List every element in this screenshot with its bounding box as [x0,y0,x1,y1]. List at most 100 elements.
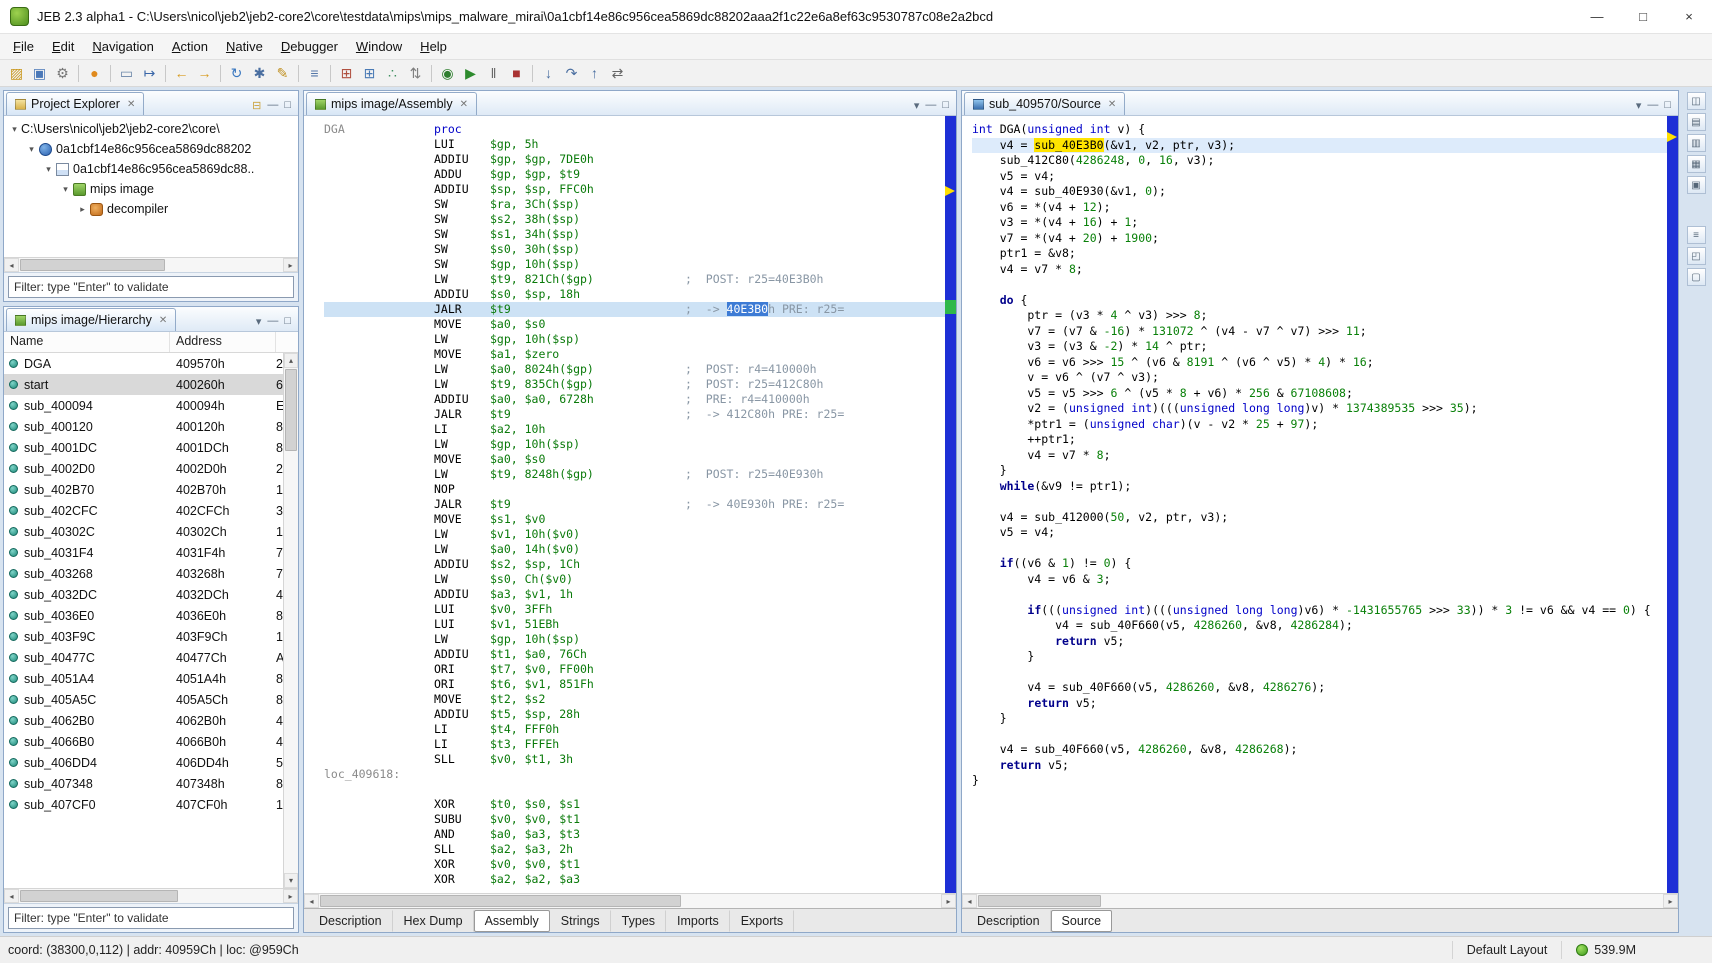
hierarchy-row[interactable]: sub_4051A44051A4h8 [4,668,283,689]
hierarchy-row[interactable]: sub_4036E04036E0h8 [4,605,283,626]
minimized-view-icon[interactable]: ≡ [1687,226,1706,244]
assembly-line[interactable]: LW$t9, 835Ch($gp); POST: r25=412C80h [324,377,945,392]
assembly-line[interactable]: SW$s0, 30h($sp) [324,242,945,257]
hierarchy-row[interactable]: sub_4062B04062B0h4 [4,710,283,731]
source-tab[interactable]: sub_409570/Source ✕ [964,92,1125,115]
maximize-view-icon[interactable]: □ [1661,95,1674,115]
maximize-button[interactable]: □ [1620,0,1666,33]
sort-icon[interactable]: ⇅ [405,63,426,84]
view-tab-description[interactable]: Description [308,910,393,932]
source-line[interactable]: v3 = (v3 & -2) * 14 ^ ptr; [972,339,1667,355]
assembly-line[interactable]: SUBU$v0, $v0, $t1 [324,812,945,827]
view-menu-icon[interactable]: ▾ [1633,95,1645,115]
source-line[interactable]: v5 = v4; [972,169,1667,185]
assembly-line[interactable]: DGAproc [324,122,945,137]
source-line[interactable]: v4 = sub_412000(50, v2, ptr, v3); [972,510,1667,526]
hierarchy-row[interactable]: sub_4002D04002D0h2 [4,458,283,479]
forward-icon[interactable]: → [194,63,215,84]
source-line[interactable]: v4 = v7 * 8; [972,262,1667,278]
scroll-left-icon[interactable]: ◂ [4,258,19,272]
minimized-view-icon[interactable]: ◰ [1687,247,1706,265]
hierarchy-vscrollbar[interactable]: ▴ ▾ [283,353,298,888]
source-line[interactable]: return v5; [972,634,1667,650]
assembly-line[interactable]: LW$a0, 8024h($gp); POST: r4=410000h [324,362,945,377]
view-menu-icon[interactable]: ▾ [911,95,923,115]
view-tab-imports[interactable]: Imports [666,910,730,932]
source-line[interactable] [972,665,1667,681]
assembly-line[interactable]: SW$s2, 38h($sp) [324,212,945,227]
view-tab-assembly[interactable]: Assembly [474,910,550,932]
minimized-view-icon[interactable]: ▥ [1687,134,1706,152]
source-line[interactable]: do { [972,293,1667,309]
scrollbar-thumb[interactable] [285,369,297,451]
script-icon[interactable]: ≡ [304,63,325,84]
rename-icon[interactable]: ✎ [272,63,293,84]
assembly-line[interactable]: SW$ra, 3Ch($sp) [324,197,945,212]
scroll-left-icon[interactable]: ◂ [4,889,19,903]
hierarchy-row[interactable]: sub_400120400120h8 [4,416,283,437]
source-line[interactable]: if((v6 & 1) != 0) { [972,556,1667,572]
hierarchy-row[interactable]: sub_40477C40477ChA [4,647,283,668]
source-line[interactable]: int DGA(unsigned int v) { [972,122,1667,138]
minimized-view-icon[interactable]: ▣ [1687,176,1706,194]
assembly-line[interactable]: LW$v1, 10h($v0) [324,527,945,542]
tree-expanded-arrow-icon[interactable]: ▾ [25,144,38,155]
assembly-line[interactable]: ADDIU$sp, $sp, FFC0h [324,182,945,197]
tree-item[interactable]: ▾0a1cbf14e86c956cea5869dc88202 [4,139,298,159]
assembly-line[interactable]: ADDU$gp, $gp, $t9 [324,167,945,182]
source-line[interactable]: v5 = v5 >>> 6 ^ (v5 * 8 + v6) * 256 & 67… [972,386,1667,402]
assembly-overview-ruler[interactable] [945,116,956,893]
source-line[interactable]: while(&v9 != ptr1); [972,479,1667,495]
menu-item-native[interactable]: Native [217,36,272,57]
assembly-line[interactable]: LW$t9, 821Ch($gp); POST: r25=40E3B0h [324,272,945,287]
scroll-right-icon[interactable]: ▸ [283,258,298,272]
source-line[interactable]: v3 = *(v4 + 16) + 1; [972,215,1667,231]
debug-bug-icon[interactable]: ◉ [437,63,458,84]
scroll-right-icon[interactable]: ▸ [941,894,956,908]
assembly-line[interactable]: ORI$t7, $v0, FF00h [324,662,945,677]
tree-item[interactable]: ▾0a1cbf14e86c956cea5869dc88.. [4,159,298,179]
close-tab-icon[interactable]: ✕ [127,99,135,110]
hierarchy-row[interactable]: sub_400094400094hE [4,395,283,416]
assembly-line[interactable]: LW$t9, 8248h($gp); POST: r25=40E930h [324,467,945,482]
run-icon[interactable]: ▶ [460,63,481,84]
source-line[interactable]: v7 = (v7 & -16) * 131072 ^ (v4 - v7 ^ v7… [972,324,1667,340]
highlighted-symbol[interactable]: sub_40E3B0 [1034,138,1103,152]
source-line[interactable]: v4 = sub_40E3B0(&v1, v2, ptr, v3); [972,138,1667,154]
source-line[interactable]: v5 = v4; [972,525,1667,541]
assembly-line[interactable]: NOP [324,482,945,497]
hierarchy-row[interactable]: sub_4066B04066B0h4 [4,731,283,752]
scrollbar-thumb[interactable] [20,259,165,271]
tree-expanded-arrow-icon[interactable]: ▾ [8,124,21,135]
view-tab-types[interactable]: Types [611,910,666,932]
hierarchy-row[interactable]: DGA409570h2 [4,353,283,374]
source-line[interactable]: return v5; [972,758,1667,774]
assembly-line[interactable]: ORI$t6, $v1, 851Fh [324,677,945,692]
minimized-view-icon[interactable]: ▤ [1687,113,1706,131]
source-line[interactable]: v6 = v6 >>> 15 ^ (v6 & 8191 ^ (v6 ^ v5) … [972,355,1667,371]
source-line[interactable]: v7 = *(v4 + 20) + 1900; [972,231,1667,247]
hierarchy-row[interactable]: sub_402B70402B70h1 [4,479,283,500]
hierarchy-filter-input[interactable] [8,907,294,929]
source-line[interactable]: ptr = (v3 * 4 ^ v3) >>> 8; [972,308,1667,324]
assembly-line[interactable]: ADDIU$a3, $v1, 1h [324,587,945,602]
assembly-line[interactable]: JALR$t9; -> 412C80h PRE: r25= [324,407,945,422]
tree-item[interactable]: ▸decompiler [4,199,298,219]
minimize-view-icon[interactable]: — [264,95,281,115]
assembly-line[interactable]: ADDIU$gp, $gp, 7DE0h [324,152,945,167]
data-grid-icon[interactable]: ⊞ [336,63,357,84]
assembly-line[interactable]: SLL$a2, $a3, 2h [324,842,945,857]
source-line[interactable]: *ptr1 = (unsigned char)(v - v2 * 25 + 97… [972,417,1667,433]
tree-expanded-arrow-icon[interactable]: ▾ [59,184,72,195]
source-line[interactable]: } [972,649,1667,665]
minimize-button[interactable]: — [1574,0,1620,33]
assembly-line[interactable]: MOVE$a1, $zero [324,347,945,362]
assembly-line[interactable] [324,782,945,797]
assembly-line[interactable]: LUI$v1, 51EBh [324,617,945,632]
pause-icon[interactable]: ‖ [483,63,504,84]
source-line[interactable]: v4 = sub_40E930(&v1, 0); [972,184,1667,200]
tree-expanded-arrow-icon[interactable]: ▾ [42,164,55,175]
tree-item[interactable]: ▾C:\Users\nicol\jeb2\jeb2-core2\core\ [4,119,298,139]
assembly-line[interactable]: XOR$t0, $s0, $s1 [324,797,945,812]
tree-collapsed-arrow-icon[interactable]: ▸ [76,204,89,215]
